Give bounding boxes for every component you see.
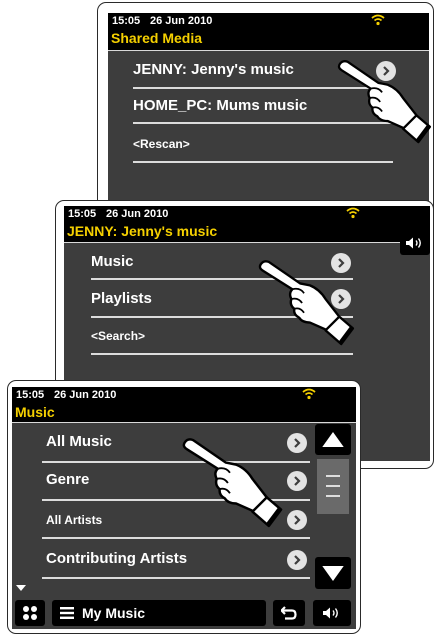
- scroll-grip: [326, 485, 340, 487]
- volume-button[interactable]: [313, 600, 351, 626]
- back-button[interactable]: [273, 600, 305, 626]
- list-item-contributing-artists[interactable]: Contributing Artists: [46, 550, 187, 567]
- list-item-label: All Music: [46, 433, 112, 450]
- chevron-right-icon[interactable]: [287, 550, 307, 570]
- list-item-label: Genre: [46, 471, 90, 488]
- status-bar: 15:05 26 Jun 2010: [12, 387, 356, 403]
- page-title-bar: Shared Media: [108, 29, 429, 51]
- status-time: 15:05: [68, 208, 97, 220]
- pointing-hand-icon: [182, 438, 283, 528]
- status-date: 26 Jun 2010: [150, 15, 213, 27]
- home-button[interactable]: [15, 600, 45, 626]
- list-item-search[interactable]: <Search>: [91, 329, 145, 343]
- scrollbar-thumb[interactable]: [317, 459, 349, 514]
- bottom-bar: My Music: [12, 597, 356, 629]
- pointing-hand-icon: [258, 260, 355, 346]
- list-item-label: Music: [91, 253, 134, 270]
- list-item-all-music[interactable]: All Music: [46, 433, 112, 450]
- status-time: 15:05: [16, 389, 45, 401]
- wifi-icon: [302, 388, 316, 400]
- list-item-genre[interactable]: Genre: [46, 471, 89, 488]
- chevron-right-icon[interactable]: [287, 510, 307, 530]
- scroll-grip: [326, 475, 340, 477]
- volume-button[interactable]: [400, 231, 430, 255]
- more-below-icon: [16, 585, 26, 591]
- scroll-down-button[interactable]: [315, 557, 351, 589]
- status-time: 15:05: [112, 15, 141, 27]
- pointing-hand-icon: [337, 60, 432, 144]
- list-item-all-artists[interactable]: All Artists: [46, 513, 102, 527]
- list-item-label: Contributing Artists: [46, 550, 188, 567]
- scroll-down-icon: [322, 565, 344, 581]
- menu-label: My Music: [82, 605, 146, 621]
- scroll-up-button[interactable]: [315, 424, 351, 455]
- divider: [91, 353, 353, 355]
- divider: [42, 577, 310, 579]
- page-title: Music: [15, 404, 55, 420]
- status-date: 26 Jun 2010: [54, 389, 117, 401]
- status-bar: 15:05 26 Jun 2010: [108, 13, 429, 29]
- list-item-label: <Rescan>: [133, 137, 190, 151]
- list-item-label: HOME_PC: Mums music: [133, 97, 308, 114]
- page-title: JENNY: Jenny's music: [67, 223, 218, 239]
- list-item-playlists[interactable]: Playlists: [91, 290, 152, 307]
- status-date: 26 Jun 2010: [106, 208, 169, 220]
- wifi-icon: [346, 207, 360, 219]
- list-item-label: All Artists: [46, 513, 103, 527]
- list-item-rescan[interactable]: <Rescan>: [133, 137, 190, 151]
- list-item-label: <Search>: [91, 329, 146, 343]
- page-title-bar: JENNY: Jenny's music: [64, 222, 430, 243]
- home-icon: [23, 606, 37, 620]
- volume-icon: [323, 607, 338, 619]
- scrollbar-track[interactable]: [315, 457, 351, 557]
- scroll-grip: [326, 495, 340, 497]
- page-title: Shared Media: [111, 30, 203, 46]
- back-icon: [281, 606, 297, 620]
- list-item-jenny[interactable]: JENNY: Jenny's music: [133, 61, 294, 78]
- status-bar: 15:05 26 Jun 2010: [64, 206, 430, 222]
- chevron-right-icon[interactable]: [287, 471, 307, 491]
- volume-icon: [406, 237, 421, 249]
- page-title-bar: Music: [12, 403, 356, 423]
- divider: [133, 161, 393, 163]
- divider: [42, 537, 310, 539]
- list-item-label: JENNY: Jenny's music: [133, 61, 294, 78]
- scroll-up-icon: [322, 432, 344, 447]
- menu-icon: [60, 607, 74, 619]
- list-item-music[interactable]: Music: [91, 253, 134, 270]
- menu-button[interactable]: My Music: [52, 600, 266, 626]
- chevron-right-icon[interactable]: [287, 433, 307, 453]
- wifi-icon: [371, 14, 385, 26]
- list-item-home-pc[interactable]: HOME_PC: Mums music: [133, 97, 307, 114]
- list-item-label: Playlists: [91, 290, 152, 307]
